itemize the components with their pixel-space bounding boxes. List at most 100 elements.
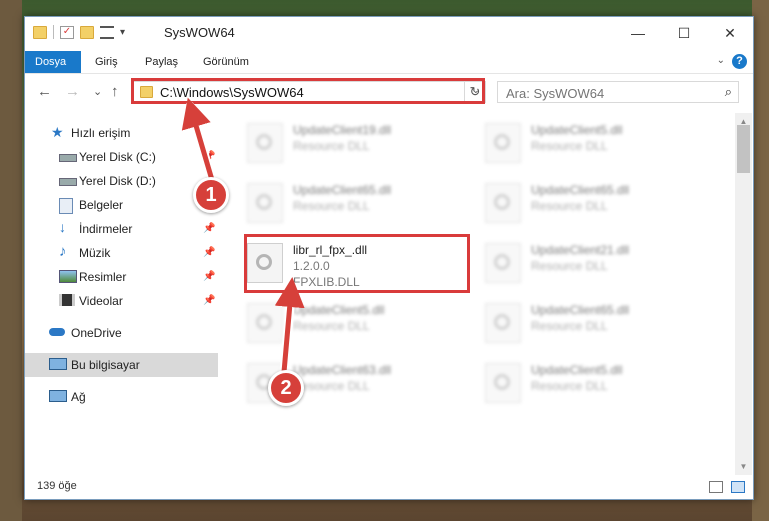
sidebar-item-videos[interactable]: Videolar 📌 [25,289,218,313]
scrollbar-thumb[interactable] [737,125,750,173]
close-button[interactable]: ✕ [707,17,753,49]
ribbon-tabs: Dosya Giriş Paylaş Görünüm ⌄ ? [25,51,753,74]
navigation-bar: ← → ⌄ ↑ C:\Windows\SysWOW64 ⌄ ↻ ⌕ [25,75,753,109]
details-view-icon[interactable] [709,481,723,493]
dll-file-icon [247,183,283,223]
status-bar: 139 öğe [25,475,753,499]
file-item[interactable]: UpdateClient5.dll Resource DLL [481,117,713,173]
up-button[interactable]: ↑ [111,83,119,100]
sidebar-item-pictures[interactable]: Resimler 📌 [25,265,218,289]
file-description: Resource DLL [293,319,370,333]
file-item[interactable]: UpdateClient65.dll Resource DLL [243,177,475,233]
pin-icon[interactable]: 📌 [203,271,215,282]
pin-icon[interactable]: 📌 [203,295,215,306]
file-item[interactable]: UpdateClient21.dll Resource DLL [481,237,713,293]
tab-gorunum[interactable]: Görünüm [193,51,259,73]
chevron-down-icon[interactable]: ⌄ [717,55,725,66]
sidebar-item-label: Müzik [79,246,111,260]
file-name: UpdateClient21.dll [531,243,630,257]
step-marker-2: 2 [268,370,304,406]
sidebar-item-network[interactable]: Ağ [25,385,218,409]
dll-file-icon [485,183,521,223]
sidebar-item-label: Videolar [79,294,123,308]
new-folder-icon[interactable] [80,25,94,39]
quick-access-toolbar: ✓ ▾ [33,25,125,39]
maximize-button[interactable]: ☐ [661,17,707,49]
recent-locations-button[interactable]: ⌄ [93,85,102,98]
pin-icon[interactable]: 📌 [203,223,215,234]
file-name: UpdateClient65.dll [531,303,630,317]
search-icon[interactable]: ⌕ [725,84,732,100]
forward-button[interactable]: → [65,83,80,100]
drive-icon [59,178,77,186]
pin-icon[interactable]: 📌 [203,151,215,162]
file-name: UpdateClient65.dll [293,183,392,197]
sidebar-item-drive-d[interactable]: Yerel Disk (D:) 📌 [25,169,218,193]
file-description: Resource DLL [293,379,370,393]
sidebar-item-label: İndirmeler [79,222,133,236]
file-description: Resource DLL [531,139,608,153]
sidebar-item-this-pc[interactable]: Bu bilgisayar [25,353,218,377]
pin-icon[interactable]: 📌 [203,247,215,258]
address-highlight-box [131,78,485,104]
file-description: Resource DLL [531,319,608,333]
file-name: UpdateClient5.dll [531,123,623,137]
scroll-down-icon[interactable]: ▼ [735,458,752,475]
computer-icon [49,358,67,370]
documents-icon [59,198,73,214]
dll-file-icon [485,123,521,163]
tab-dosya[interactable]: Dosya [25,51,81,73]
file-name: UpdateClient19.dll [293,123,392,137]
sidebar-item-quick-access[interactable]: ★ Hızlı erişim [25,121,218,145]
sidebar-item-label: Belgeler [79,198,124,212]
sidebar-item-label: Bu bilgisayar [71,358,140,372]
file-item[interactable]: UpdateClient5.dll Resource DLL [243,297,475,353]
file-description: Resource DLL [531,379,608,393]
videos-icon [59,294,75,306]
large-icons-view-icon[interactable] [731,481,745,493]
sidebar-item-label: Yerel Disk (C:) [79,150,156,164]
file-description: Resource DLL [293,139,370,153]
sidebar-item-drive-c[interactable]: Yerel Disk (C:) 📌 [25,145,218,169]
folder-icon[interactable] [33,25,47,39]
search-input[interactable] [498,82,718,104]
pictures-icon [59,270,77,283]
title-bar: ✓ ▾ SysWOW64 — ☐ ✕ [25,17,753,49]
step-marker-1: 1 [193,177,229,213]
dll-file-icon [485,303,521,343]
minimize-button[interactable]: — [615,17,661,49]
tab-paylas[interactable]: Paylaş [135,51,188,73]
background-tree [752,0,769,521]
network-icon [49,390,67,402]
download-icon: ↓ [59,219,66,235]
dll-file-icon [247,123,283,163]
search-box[interactable]: ⌕ [497,81,739,104]
file-description: Resource DLL [531,259,608,273]
item-count: 139 öğe [37,480,77,492]
customize-icon[interactable] [100,25,114,39]
dll-file-icon [485,363,521,403]
help-icon[interactable]: ? [732,54,747,69]
file-item[interactable]: UpdateClient65.dll Resource DLL [481,297,713,353]
sidebar-item-music[interactable]: ♪ Müzik 📌 [25,241,218,265]
qat-dropdown-icon[interactable]: ▾ [120,27,125,38]
file-item[interactable]: UpdateClient65.dll Resource DLL [481,177,713,233]
sidebar-item-documents[interactable]: Belgeler 📌 [25,193,218,217]
tab-giris[interactable]: Giriş [85,51,128,73]
file-name: UpdateClient5.dll [531,363,623,377]
file-description: Resource DLL [293,199,370,213]
navigation-pane: ★ Hızlı erişim Yerel Disk (C:) 📌 Yerel D… [25,113,218,473]
file-name: UpdateClient65.dll [531,183,630,197]
properties-icon[interactable]: ✓ [60,25,74,39]
sidebar-item-label: OneDrive [71,326,122,340]
back-button[interactable]: ← [37,83,52,100]
file-item[interactable]: UpdateClient19.dll Resource DLL [243,117,475,173]
background-tree [0,0,22,521]
file-item[interactable]: UpdateClient5.dll Resource DLL [481,357,713,413]
sidebar-item-label: Hızlı erişim [71,126,131,140]
dll-file-icon [247,303,283,343]
sidebar-item-downloads[interactable]: ↓ İndirmeler 📌 [25,217,218,241]
sidebar-item-onedrive[interactable]: OneDrive [25,321,218,345]
file-name: UpdateClient63.dll [293,363,392,377]
vertical-scrollbar[interactable]: ▲ ▼ [735,113,752,475]
